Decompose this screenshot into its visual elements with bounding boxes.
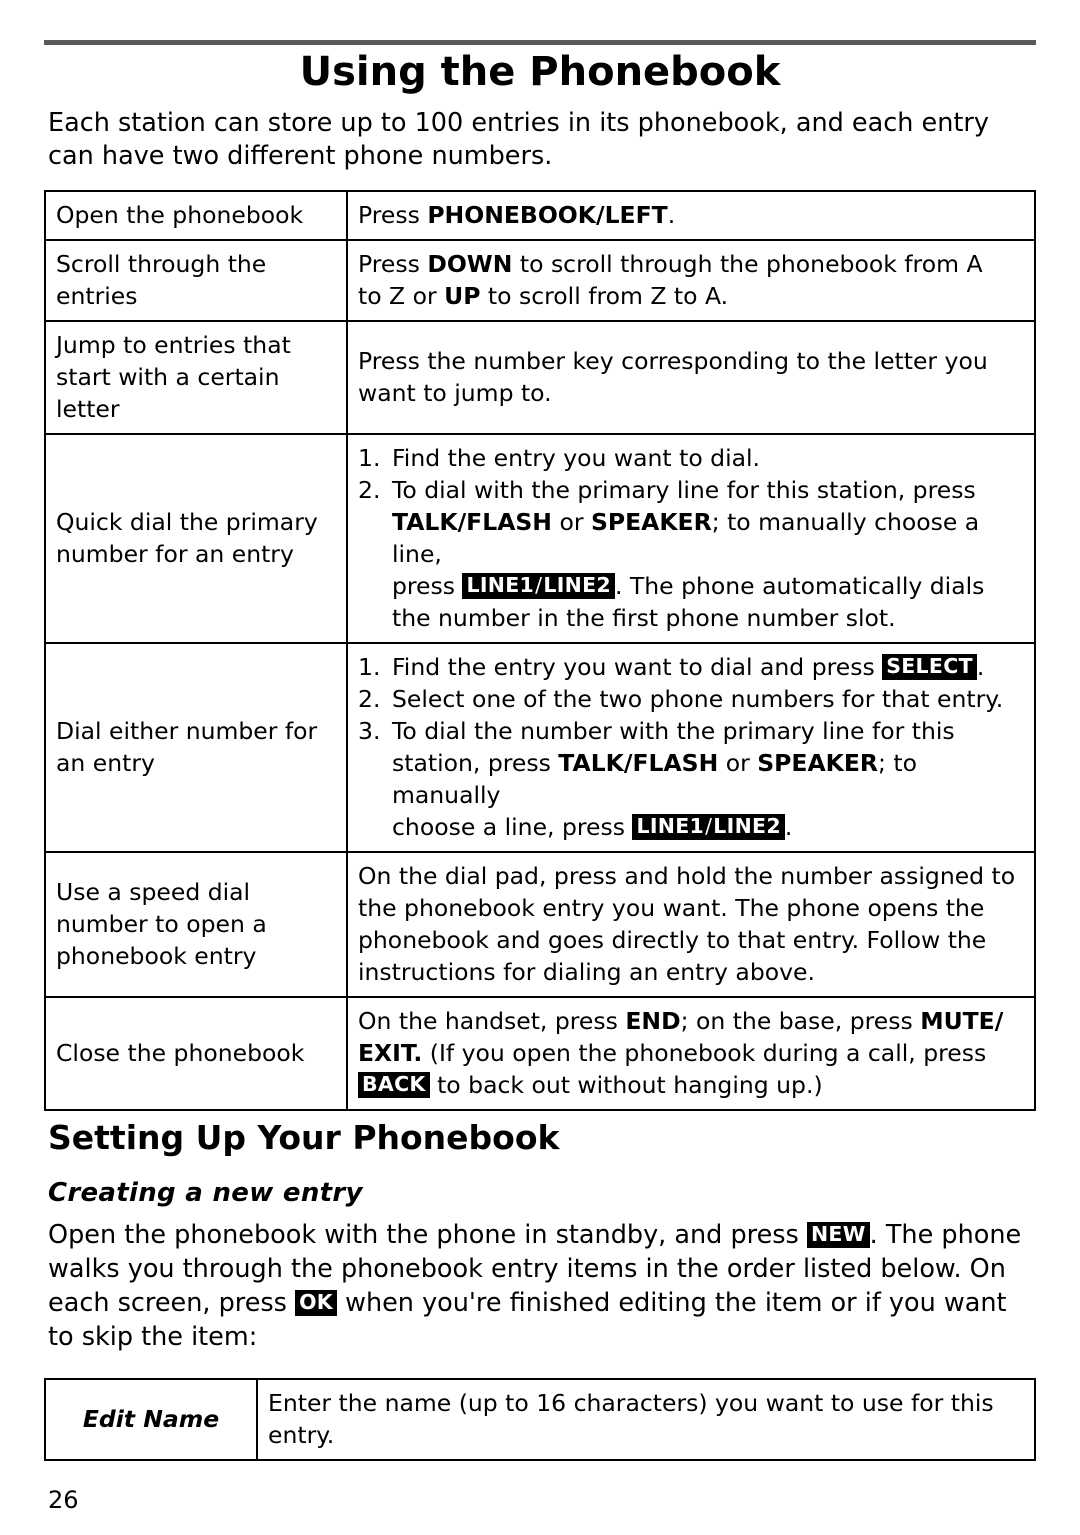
text: to scroll through the phonebook from A [512,250,983,278]
key-exit: EXIT. [358,1039,423,1067]
text: Select one of the two phone numbers for … [392,685,1004,713]
text: Find the entry you want to dial. [392,444,761,472]
section-subheading: Creating a new entry [48,1178,363,1208]
row-instruction-speed-dial: On the dial pad, press and hold the numb… [346,851,1036,998]
row-instruction-close-phonebook: On the handset, press END; on the base, … [346,996,1036,1111]
key-speaker: SPEAKER [590,508,712,536]
step-number: 1. [358,444,381,472]
row-instruction-edit-name: Enter the name (up to 16 characters) you… [256,1378,1036,1461]
row-label-open-phonebook: Open the phonebook [44,190,348,241]
page-number: 26 [48,1486,79,1514]
list-item: 1. Find the entry you want to dial and pr… [358,651,1024,683]
text: station, press [392,749,559,777]
header-rule [44,40,1036,45]
keycap-line2-label: LINE2 [713,814,781,838]
step-number: 2. [358,685,381,713]
text: Press [358,250,428,278]
line: to Z or UP to scroll from Z to A. [358,280,1024,312]
text: Open the phonebook with the phone in sta… [48,1220,807,1250]
table-row: Quick dial the primary number for an ent… [44,433,1036,644]
row-instruction-dial-either-number: 1. Find the entry you want to dial and pr… [346,642,1036,853]
keycap-separator: / [705,814,713,838]
row-label-edit-name: Edit Name [44,1378,258,1461]
text: . The phone automatically dials [614,572,985,600]
page-title: Using the Phonebook [299,49,781,95]
keycap-back: BACK [358,1072,430,1098]
row-instruction-scroll-entries: Press DOWN to scroll through the phonebo… [346,239,1036,322]
text: to back out without hanging up.) [429,1071,823,1099]
document-page: Using the Phonebook Each station can sto… [0,0,1080,1535]
text: press [392,572,463,600]
section-heading: Setting Up Your Phonebook [48,1118,560,1157]
step-list: 1. Find the entry you want to dial. 2. To … [358,442,1024,634]
phonebook-entry-items-table: Edit Name Enter the name (up to 16 chara… [44,1378,1036,1461]
text: . [784,813,793,841]
row-label-dial-either-number: Dial either number for an entry [44,642,348,853]
text: To dial with the primary line for this s… [392,476,976,504]
key-talk-flash: TALK/FLASH [558,749,719,777]
table-row: Scroll through the entries Press DOWN to… [44,239,1036,322]
row-instruction-jump-to-letter: Press the number key corresponding to th… [346,320,1036,435]
row-label-quick-dial: Quick dial the primary number for an ent… [44,433,348,644]
table-row: Jump to entries that start with a certai… [44,320,1036,435]
row-label-scroll-entries: Scroll through the entries [44,239,348,322]
text: To dial the number with the primary line… [392,717,955,745]
phonebook-actions-table: Open the phonebook Press PHONEBOOK/LEFT.… [44,190,1036,1111]
key-end: END [625,1007,681,1035]
table-row: Close the phonebook On the handset, pres… [44,996,1036,1111]
line: On the handset, press END; on the base, … [358,1005,1024,1037]
list-item: 2. Select one of the two phone numbers fo… [358,683,1024,715]
text: to scroll from Z to A. [480,282,729,310]
text: . [976,653,985,681]
row-label-speed-dial: Use a speed dial number to open a phoneb… [44,851,348,998]
key-speaker: SPEAKER [757,749,878,777]
keycap-line1-label: LINE1 [636,814,705,838]
keycap-ok: OK [295,1290,337,1316]
text: the number in the first phone number slo… [392,604,896,632]
key-up: UP [444,282,481,310]
line: Press DOWN to scroll through the phonebo… [358,248,1024,280]
step-number: 1. [358,653,381,681]
step-list: 1. Find the entry you want to dial and pr… [358,651,1024,843]
key-mute: MUTE/ [920,1007,1004,1035]
table-row: Open the phonebook Press PHONEBOOK/LEFT. [44,190,1036,241]
text: choose a line, press [392,813,633,841]
step-number: 3. [358,717,381,745]
text: to Z or [358,282,445,310]
text: Press [358,201,428,229]
list-item: 1. Find the entry you want to dial. [358,442,1024,474]
text: (If you open the phonebook during a call… [422,1039,987,1067]
text: or [551,508,591,536]
row-label-jump-to-letter: Jump to entries that start with a certai… [44,320,348,435]
key-down: DOWN [427,250,513,278]
key-phonebook-left: PHONEBOOK/LEFT [427,201,668,229]
keycap-line1-label: LINE1 [466,573,535,597]
keycap-separator: / [535,573,543,597]
intro-paragraph: Each station can store up to 100 entries… [48,108,989,171]
section-paragraph: Open the phonebook with the phone in sta… [48,1218,1028,1354]
keycap-new: NEW [806,1222,870,1248]
line: BACK to back out without hanging up.) [358,1069,1024,1101]
text: On the handset, press [358,1007,626,1035]
table-row: Edit Name Enter the name (up to 16 chara… [44,1378,1036,1461]
list-item: 2. To dial with the primary line for this… [358,474,1024,634]
table-row: Use a speed dial number to open a phoneb… [44,851,1036,998]
keycap-line1-line2: LINE1/LINE2 [462,573,615,599]
list-item: 3. To dial the number with the primary li… [358,715,1024,843]
line: EXIT. (If you open the phonebook during … [358,1037,1024,1069]
text: ; on the base, press [680,1007,921,1035]
row-label-close-phonebook: Close the phonebook [44,996,348,1111]
text: or [718,749,758,777]
text: . [667,201,676,229]
table-row: Dial either number for an entry 1. Find t… [44,642,1036,853]
keycap-line1-line2: LINE1/LINE2 [632,814,785,840]
step-number: 2. [358,476,381,504]
row-instruction-quick-dial: 1. Find the entry you want to dial. 2. To … [346,433,1036,644]
text: Find the entry you want to dial and pres… [392,653,883,681]
row-instruction-open-phonebook: Press PHONEBOOK/LEFT. [346,190,1036,241]
keycap-line2-label: LINE2 [543,573,611,597]
keycap-select: SELECT [882,654,977,680]
key-talk-flash: TALK/FLASH [392,508,552,536]
